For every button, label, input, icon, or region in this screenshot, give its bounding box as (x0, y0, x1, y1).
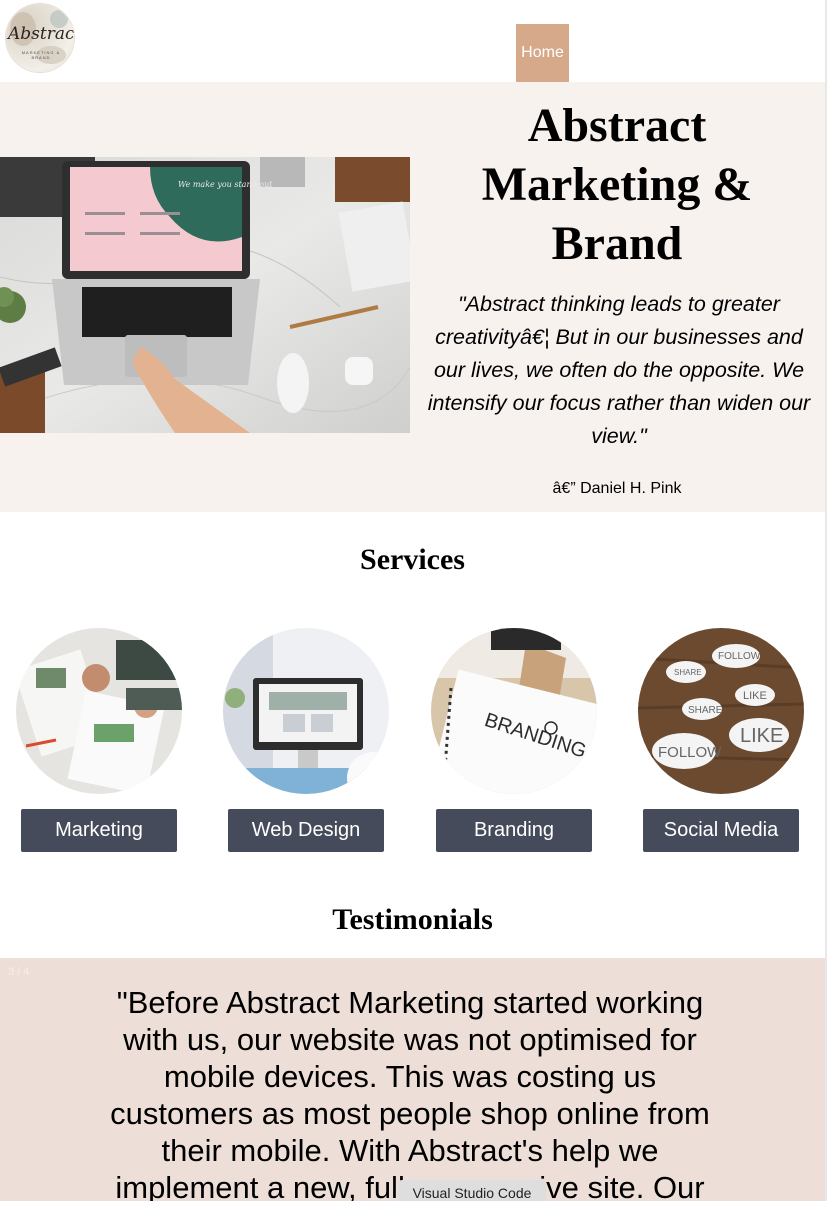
hero-quote-author: â€” Daniel H. Pink (552, 480, 682, 497)
hero-section: We make you stand out Abstract Marketing… (0, 82, 825, 512)
testimonials-title: Testimonials (332, 903, 493, 936)
service-image-marketing (16, 628, 182, 794)
laptop-screen-text: We make you stand out (178, 180, 273, 189)
site-header: Abstract MARKETING & BRAND Home (0, 0, 825, 82)
service-button-social-media[interactable]: Social Media (643, 809, 799, 852)
social-bubble-text: LIKE (743, 690, 767, 702)
social-bubble-text: SHARE (688, 705, 723, 716)
social-bubble-text: SHARE (674, 668, 702, 677)
slide-counter: 3 / 4 (8, 966, 30, 978)
service-image-social-media: SHARE FOLLOW LIKE SHARE LIKE FOLLOW (638, 628, 804, 794)
app-tooltip: Visual Studio Code (398, 1180, 546, 1201)
social-bubble-text: FOLLOW (658, 744, 722, 761)
service-button-web-design[interactable]: Web Design (228, 809, 384, 852)
social-bubble-text: FOLLOW (718, 651, 761, 662)
hero-laptop-image: We make you stand out (0, 157, 410, 433)
logo-subtext: MARKETING & BRAND (21, 50, 61, 60)
testimonial-slide: 3 / 4 "Before Abstract Marketing started… (0, 958, 825, 1201)
hero-quote: "Abstract thinking leads to greater crea… (427, 292, 811, 448)
services-title: Services (360, 543, 465, 576)
service-button-marketing[interactable]: Marketing (21, 809, 177, 852)
social-bubble-text: LIKE (740, 725, 783, 747)
hero-title: Abstract Marketing & Brand (481, 99, 753, 270)
site-logo[interactable]: Abstract MARKETING & BRAND (6, 4, 74, 72)
service-image-web-design (223, 628, 389, 794)
service-button-branding[interactable]: Branding (436, 809, 592, 852)
testimonial-text: "Before Abstract Marketing started worki… (110, 985, 710, 1201)
nav-home-link[interactable]: Home (516, 24, 569, 82)
logo-word: Abstract (8, 24, 74, 44)
service-image-branding: BRANDING (431, 628, 597, 794)
